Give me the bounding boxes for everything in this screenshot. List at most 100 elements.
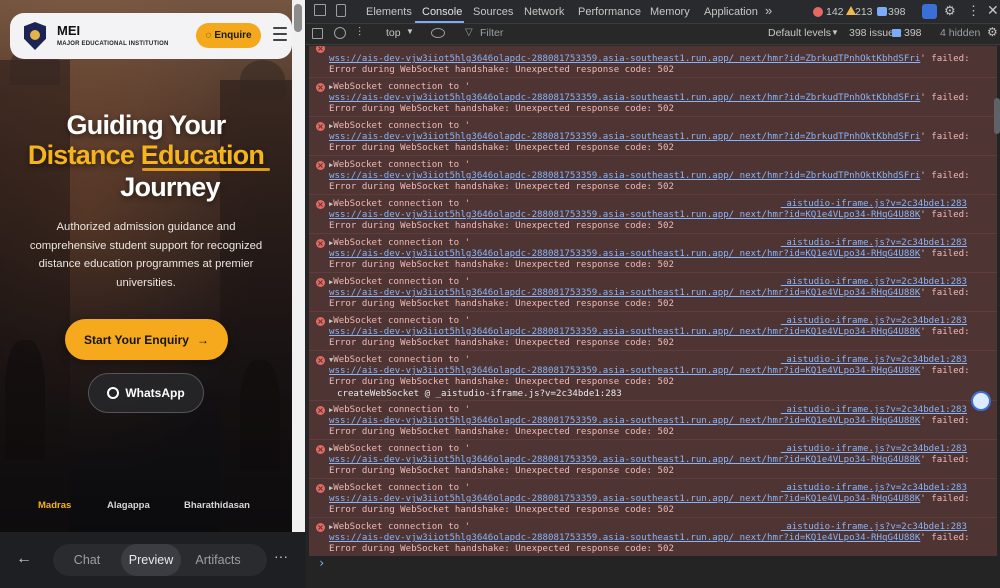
websocket-url-link[interactable]: wss://ais-dev-vjw3iiot5hlg3646olapdc-288… (329, 249, 920, 259)
extension-icon[interactable] (922, 4, 937, 19)
console-error-message[interactable]: × ▶WebSocket connection to ' _aistudio-ifr… (309, 272, 997, 311)
message-header[interactable]: ▶WebSocket connection to ' (329, 238, 470, 249)
tab-performance[interactable]: Performance (578, 6, 641, 18)
message-header[interactable]: ▶WebSocket connection to ' (329, 160, 470, 171)
console-error-message[interactable]: × ▶WebSocket connection to ' _aistudio-ifr… (309, 194, 997, 233)
source-link[interactable]: _aistudio-iframe.js?v=2c34bde1:283 (781, 277, 967, 288)
websocket-url-link[interactable]: wss://ais-dev-vjw3iiot5hlg3646olapdc-288… (329, 533, 920, 543)
websocket-url-link[interactable]: wss://ais-dev-vjw3iiot5hlg3646olapdc-288… (329, 54, 920, 64)
console-prompt[interactable]: › (318, 556, 325, 570)
settings-gear-icon[interactable]: ⚙ (944, 3, 956, 19)
console-error-message[interactable]: × wss://ais-dev-vjw3iiot5hlg3646olapdc-28… (309, 46, 997, 77)
error-x-icon: × (316, 406, 325, 415)
message-header[interactable]: ▶WebSocket connection to ' (329, 444, 470, 455)
message-header[interactable]: ▶WebSocket connection to ' (329, 82, 470, 93)
websocket-url-link[interactable]: wss://ais-dev-vjw3iiot5hlg3646olapdc-288… (329, 416, 920, 426)
websocket-url-link[interactable]: wss://ais-dev-vjw3iiot5hlg3646olapdc-288… (329, 366, 920, 376)
message-text: WebSocket connection to ' (333, 121, 471, 131)
websocket-url-link[interactable]: wss://ais-dev-vjw3iiot5hlg3646olapdc-288… (329, 93, 920, 103)
start-enquiry-button[interactable]: Start Your Enquiry → (65, 319, 228, 360)
university-tab-bharathidasan[interactable]: Bharathidasan (184, 500, 250, 511)
source-link[interactable]: _aistudio-iframe.js?v=2c34bde1:283 (781, 238, 967, 249)
console-error-message[interactable]: × ▶WebSocket connection to ' _aistudio-ifr… (309, 478, 997, 517)
sidebar-toggle-icon[interactable] (312, 28, 323, 39)
issues-number[interactable]: 398 (904, 27, 922, 39)
message-header[interactable]: ▼WebSocket connection to ' (329, 355, 470, 366)
message-tail: ' failed: (920, 93, 970, 103)
log-levels-dropdown[interactable]: Default levels (768, 27, 831, 39)
source-link[interactable]: _aistudio-iframe.js?v=2c34bde1:283 (781, 199, 967, 210)
console-error-message[interactable]: × ▶WebSocket connection to ' _aistudio-ifr… (309, 400, 997, 439)
brand-name[interactable]: MEI (57, 23, 80, 38)
tab-console[interactable]: Console (422, 6, 462, 18)
clear-console-icon[interactable] (334, 27, 346, 39)
preserve-filter-icon[interactable]: ⫶ (358, 25, 361, 40)
tab-memory[interactable]: Memory (650, 6, 690, 18)
message-header[interactable]: ▶WebSocket connection to ' (329, 121, 470, 132)
console-settings-gear-icon[interactable]: ⚙ (987, 25, 998, 39)
back-arrow-icon[interactable]: ← (16, 550, 32, 568)
more-tabs-icon[interactable]: » (765, 3, 772, 18)
more-options-icon[interactable]: ··· (274, 548, 288, 564)
kebab-menu-icon[interactable]: ⋮ (967, 3, 980, 19)
console-error-message[interactable]: × ▶WebSocket connection to ' _aistudio-ifr… (309, 311, 997, 350)
console-error-message[interactable]: × ▶WebSocket connection to ' wss://ais-dev… (309, 116, 997, 155)
message-header[interactable]: ▶WebSocket connection to ' (329, 483, 470, 494)
tab-sources[interactable]: Sources (473, 6, 513, 18)
tab-elements[interactable]: Elements (366, 6, 412, 18)
message-header[interactable]: ▶WebSocket connection to ' (329, 277, 470, 288)
tab-network[interactable]: Network (524, 6, 564, 18)
websocket-url-link[interactable]: wss://ais-dev-vjw3iiot5hlg3646olapdc-288… (329, 210, 920, 220)
ai-assistant-icon[interactable] (971, 391, 991, 411)
source-link[interactable]: _aistudio-iframe.js?v=2c34bde1:283 (781, 355, 967, 366)
message-header[interactable]: ▶WebSocket connection to ' (329, 199, 470, 210)
hamburger-menu-icon[interactable] (273, 27, 287, 43)
websocket-url-link[interactable]: wss://ais-dev-vjw3iiot5hlg3646olapdc-288… (329, 327, 920, 337)
websocket-url-link[interactable]: wss://ais-dev-vjw3iiot5hlg3646olapdc-288… (329, 288, 920, 298)
message-header[interactable]: ▶WebSocket connection to ' (329, 405, 470, 416)
site-navbar: MEI MAJOR EDUCATIONAL INSTITUTION ◌ Enqu… (10, 13, 292, 59)
source-link[interactable]: _aistudio-iframe.js?v=2c34bde1:283 (781, 483, 967, 494)
console-error-message[interactable]: × ▶WebSocket connection to ' wss://ais-dev… (309, 155, 997, 194)
close-icon[interactable]: ✕ (987, 2, 999, 19)
source-link[interactable]: _aistudio-iframe.js?v=2c34bde1:283 (781, 444, 967, 455)
console-scrollbar[interactable] (994, 98, 1000, 134)
inspect-element-icon[interactable] (314, 4, 326, 16)
tab-preview[interactable]: Preview (121, 544, 181, 576)
issues-count[interactable]: 398 (888, 6, 906, 18)
warning-count[interactable]: 213 (855, 6, 873, 18)
websocket-url-link[interactable]: wss://ais-dev-vjw3iiot5hlg3646olapdc-288… (329, 455, 920, 465)
university-tab-alagappa[interactable]: Alagappa (107, 500, 150, 511)
tab-application[interactable]: Application (704, 6, 758, 18)
issues-icon (892, 29, 901, 37)
source-link[interactable]: _aistudio-iframe.js?v=2c34bde1:283 (781, 316, 967, 327)
scrollbar-thumb[interactable] (294, 4, 302, 32)
context-selector[interactable]: top (386, 27, 401, 39)
message-error-detail: Error during WebSocket handshake: Unexpe… (329, 505, 674, 515)
tab-artifacts[interactable]: Artifacts (188, 544, 248, 576)
message-header[interactable]: ▶WebSocket connection to ' (329, 522, 470, 533)
device-toolbar-icon[interactable] (336, 4, 346, 17)
source-link[interactable]: _aistudio-iframe.js?v=2c34bde1:283 (781, 522, 967, 533)
university-tab-madras[interactable]: Madras (38, 500, 71, 511)
preview-scrollbar[interactable] (292, 0, 305, 532)
message-header[interactable]: ▶WebSocket connection to ' (329, 316, 470, 327)
console-error-message[interactable]: × ▶WebSocket connection to ' _aistudio-ifr… (309, 517, 997, 556)
whatsapp-button[interactable]: WhatsApp (88, 373, 204, 413)
error-x-icon: × (316, 356, 325, 365)
websocket-url-link[interactable]: wss://ais-dev-vjw3iiot5hlg3646olapdc-288… (329, 132, 920, 142)
error-count[interactable]: 142 (826, 6, 844, 18)
console-error-message[interactable]: × ▶WebSocket connection to ' _aistudio-ifr… (309, 439, 997, 478)
tab-chat[interactable]: Chat (58, 544, 116, 576)
hero-title-line-1: Guiding Your (66, 110, 227, 140)
error-x-icon: × (316, 278, 325, 287)
enquire-button[interactable]: ◌ Enquire (196, 23, 261, 48)
stack-trace-line[interactable]: createWebSocket @ _aistudio-iframe.js?v=… (337, 389, 622, 400)
websocket-url-link[interactable]: wss://ais-dev-vjw3iiot5hlg3646olapdc-288… (329, 494, 920, 504)
live-expression-eye-icon[interactable] (431, 28, 445, 38)
source-link[interactable]: _aistudio-iframe.js?v=2c34bde1:283 (781, 405, 967, 416)
console-error-message[interactable]: × ▼WebSocket connection to ' _aistudio-ifr… (309, 350, 997, 400)
websocket-url-link[interactable]: wss://ais-dev-vjw3iiot5hlg3646olapdc-288… (329, 171, 920, 181)
console-error-message[interactable]: × ▶WebSocket connection to ' _aistudio-ifr… (309, 233, 997, 272)
console-error-message[interactable]: × ▶WebSocket connection to ' wss://ais-dev… (309, 77, 997, 116)
